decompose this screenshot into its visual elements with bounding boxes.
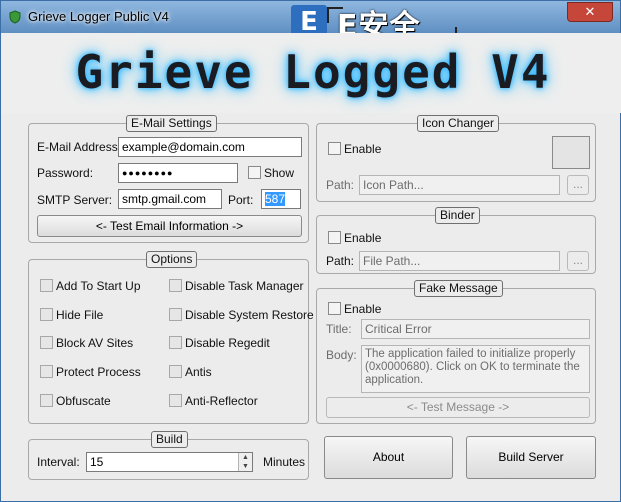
binder-path-field[interactable]: File Path... <box>359 251 560 271</box>
title-bar[interactable]: Grieve Logger Public V4 E E安全 ✕ <box>1 1 620 44</box>
smtp-field[interactable]: smtp.gmail.com <box>118 189 222 209</box>
binder-group: Binder Enable Path: File Path... ... <box>316 207 596 274</box>
email-label: E-Mail Address: <box>37 140 122 154</box>
disable-task-manager-checkbox[interactable] <box>169 279 182 292</box>
icon-path-field[interactable]: Icon Path... <box>359 175 560 195</box>
smtp-label: SMTP Server: <box>37 193 113 207</box>
block-av-sites-label: Block AV Sites <box>56 336 134 350</box>
message-body-field[interactable]: The application failed to initialize pro… <box>361 345 590 393</box>
close-button[interactable]: ✕ <box>567 2 613 22</box>
hide-file-checkbox[interactable] <box>40 308 53 321</box>
icon-preview <box>552 136 590 169</box>
disable-regedit-checkbox[interactable] <box>169 336 182 349</box>
add-to-startup-label: Add To Start Up <box>56 279 141 293</box>
email-settings-legend: E-Mail Settings <box>126 115 217 132</box>
obfuscate-checkbox[interactable] <box>40 394 53 407</box>
window-title: Grieve Logger Public V4 <box>28 9 169 24</box>
fake-message-enable-label: Enable <box>344 302 382 316</box>
email-field[interactable]: example@domain.com <box>118 137 302 157</box>
port-field[interactable]: 587 <box>261 189 301 209</box>
icon-browse-button[interactable]: ... <box>567 175 589 195</box>
email-settings-group: E-Mail Settings E-Mail Address: example@… <box>28 115 309 243</box>
show-password-label: Show <box>264 166 295 180</box>
shield-icon <box>9 10 21 24</box>
anti-reflector-label: Anti-Reflector <box>185 394 258 408</box>
icon-enable-checkbox[interactable] <box>328 142 341 155</box>
add-to-startup-checkbox[interactable] <box>40 279 53 292</box>
icon-path-label: Path: <box>326 178 355 192</box>
binder-enable-checkbox[interactable] <box>328 231 341 244</box>
protect-process-checkbox[interactable] <box>40 365 53 378</box>
password-label: Password: <box>37 166 94 180</box>
disable-task-manager-label: Disable Task Manager <box>185 279 304 293</box>
port-value: 587 <box>265 192 286 206</box>
about-button[interactable]: About <box>324 436 453 479</box>
message-title-label: Title: <box>326 322 352 336</box>
fake-message-enable-checkbox[interactable] <box>328 302 341 315</box>
binder-browse-button[interactable]: ... <box>567 251 589 271</box>
protect-process-label: Protect Process <box>56 365 141 379</box>
icon-changer-group: Icon Changer Enable Path: Icon Path... .… <box>316 115 596 202</box>
show-password-checkbox[interactable] <box>248 166 261 179</box>
banner: Grieve Logged V4 <box>2 33 621 113</box>
icon-enable-label: Enable <box>344 142 382 156</box>
interval-label: Interval: <box>37 455 80 469</box>
interval-spinner[interactable]: ▲ ▼ <box>238 453 252 471</box>
fake-message-group: Fake Message Enable Title: Critical Erro… <box>316 280 596 424</box>
options-legend: Options <box>146 251 198 268</box>
options-group: Options Add To Start Up Hide File Block … <box>28 251 314 424</box>
spinner-down-icon[interactable]: ▼ <box>239 462 252 471</box>
fake-message-legend: Fake Message <box>414 280 503 297</box>
block-av-sites-checkbox[interactable] <box>40 336 53 349</box>
interval-value: 15 <box>90 455 104 469</box>
hide-file-label: Hide File <box>56 308 104 322</box>
port-label: Port: <box>228 193 254 207</box>
antis-checkbox[interactable] <box>169 365 182 378</box>
antis-label: Antis <box>185 365 212 379</box>
disable-system-restore-checkbox[interactable] <box>169 308 182 321</box>
test-email-button[interactable]: <- Test Email Information -> <box>37 215 302 237</box>
build-group: Build Interval: 15 ▲ ▼ Minutes <box>28 431 309 480</box>
build-legend: Build <box>151 431 188 448</box>
main-window: Grieve Logger Public V4 E E安全 ✕ Grieve L… <box>0 0 621 502</box>
minutes-label: Minutes <box>263 455 306 469</box>
password-field[interactable]: ●●●●●●●● <box>118 163 238 183</box>
obfuscate-label: Obfuscate <box>56 394 111 408</box>
message-title-field[interactable]: Critical Error <box>361 319 590 339</box>
interval-field[interactable]: 15 ▲ ▼ <box>86 452 253 472</box>
spinner-up-icon[interactable]: ▲ <box>239 453 252 462</box>
binder-enable-label: Enable <box>344 231 382 245</box>
icon-changer-legend: Icon Changer <box>417 115 500 132</box>
banner-title: Grieve Logged V4 <box>75 45 551 99</box>
binder-legend: Binder <box>435 207 480 224</box>
build-server-button[interactable]: Build Server <box>466 436 596 479</box>
disable-regedit-label: Disable Regedit <box>185 336 270 350</box>
test-message-button[interactable]: <- Test Message -> <box>326 397 590 418</box>
binder-path-label: Path: <box>326 254 355 268</box>
message-body-label: Body: <box>326 348 357 362</box>
disable-system-restore-label: Disable System Restore <box>185 308 314 322</box>
anti-reflector-checkbox[interactable] <box>169 394 182 407</box>
